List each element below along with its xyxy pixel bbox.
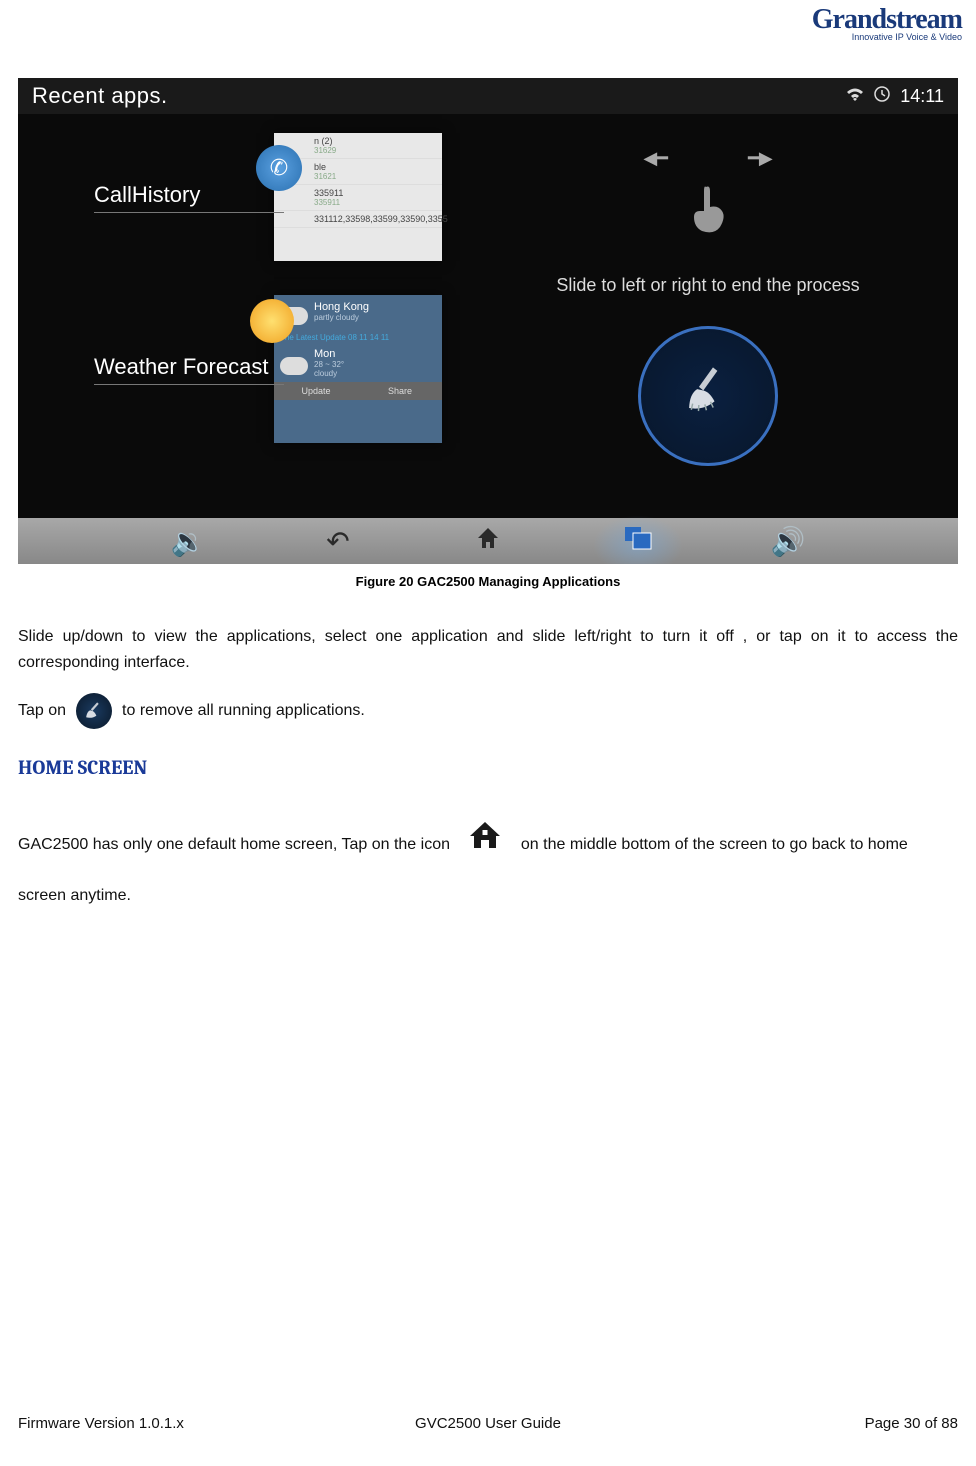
weather-city: Hong Kong xyxy=(314,301,369,313)
recent-apps-icon xyxy=(623,526,653,557)
logo-text: Grandstream xyxy=(812,6,962,34)
status-right: 14:11 xyxy=(846,86,944,107)
home-inline-icon xyxy=(468,808,502,874)
tap-before: Tap on xyxy=(18,698,66,724)
weather-day: Mon xyxy=(314,348,344,360)
back-icon: ↶ xyxy=(326,526,349,557)
weather-daycond: cloudy xyxy=(314,369,344,378)
nav-back[interactable]: ↶ xyxy=(263,525,413,558)
footer-center: GVC2500 User Guide xyxy=(18,1415,958,1432)
app-thumbnail: ✆ n (2)31629 ble31621 335911335911 33111… xyxy=(274,133,442,261)
weather-cond: partly cloudy xyxy=(314,313,369,322)
clock-icon xyxy=(874,86,890,107)
nav-recent[interactable] xyxy=(563,525,713,558)
body-paragraph: Slide up/down to view the applications, … xyxy=(18,624,958,729)
volume-up-icon: 🔊 xyxy=(771,526,806,557)
app-thumbnail: Hong Kong partly cloudy The Latest Updat… xyxy=(274,295,442,443)
sun-icon xyxy=(250,299,294,343)
status-time: 14:11 xyxy=(900,86,944,107)
cloud-icon xyxy=(280,357,308,375)
clear-all-button[interactable] xyxy=(638,326,778,466)
figure-caption: Figure 20 GAC2500 Managing Applications xyxy=(0,574,976,589)
home-before: GAC2500 has only one default home screen… xyxy=(18,836,450,853)
app-label: CallHistory xyxy=(94,182,284,213)
home-icon xyxy=(474,527,502,558)
section-heading: HOME SCREEN xyxy=(18,756,147,779)
nav-home[interactable] xyxy=(413,524,563,559)
brand-logo: Grandstream Innovative IP Voice & Video xyxy=(812,6,962,42)
volume-down-icon: 🔉 xyxy=(171,526,206,557)
wifi-icon xyxy=(846,86,864,107)
arrow-left-icon: ◀━ xyxy=(643,148,668,169)
swipe-hint-area: ◀━ ━▶ Slide to left or right to end the … xyxy=(498,148,918,466)
status-bar: Recent apps. 14:11 xyxy=(18,78,958,114)
hand-swipe-icon xyxy=(498,177,918,249)
inline-clear-icon xyxy=(76,693,112,729)
broom-icon xyxy=(677,359,740,433)
app-card-weather[interactable]: Weather Forecast Hong Kong partly cloudy… xyxy=(94,295,442,443)
tap-instruction: Tap on to remove all running application… xyxy=(18,693,958,729)
weather-update-btn[interactable]: Update xyxy=(274,382,358,400)
device-screenshot: Recent apps. 14:11 CallHistory ✆ n (2)31… xyxy=(18,78,958,564)
weather-range: 28 ~ 32° xyxy=(314,360,344,369)
arrow-right-icon: ━▶ xyxy=(748,148,773,169)
recent-apps-list: CallHistory ✆ n (2)31629 ble31621 335911… xyxy=(94,133,442,477)
home-paragraph: GAC2500 has only one default home screen… xyxy=(18,812,958,913)
bottom-nav: 🔉 ↶ 🔊 xyxy=(18,518,958,564)
nav-volume-down[interactable]: 🔉 xyxy=(113,525,263,558)
weather-share-btn[interactable]: Share xyxy=(358,382,442,400)
nav-volume-up[interactable]: 🔊 xyxy=(713,525,863,558)
paragraph-1: Slide up/down to view the applications, … xyxy=(18,624,958,677)
status-title: Recent apps. xyxy=(32,83,168,109)
app-card-callhistory[interactable]: CallHistory ✆ n (2)31629 ble31621 335911… xyxy=(94,133,442,261)
swipe-hint-text: Slide to left or right to end the proces… xyxy=(498,275,918,296)
tap-after: to remove all running applications. xyxy=(122,698,365,724)
weather-update: The Latest Update 08 11 14 11 xyxy=(274,331,442,344)
app-label: Weather Forecast xyxy=(94,354,284,385)
page-footer: Firmware Version 1.0.1.x GVC2500 User Gu… xyxy=(18,1415,958,1432)
